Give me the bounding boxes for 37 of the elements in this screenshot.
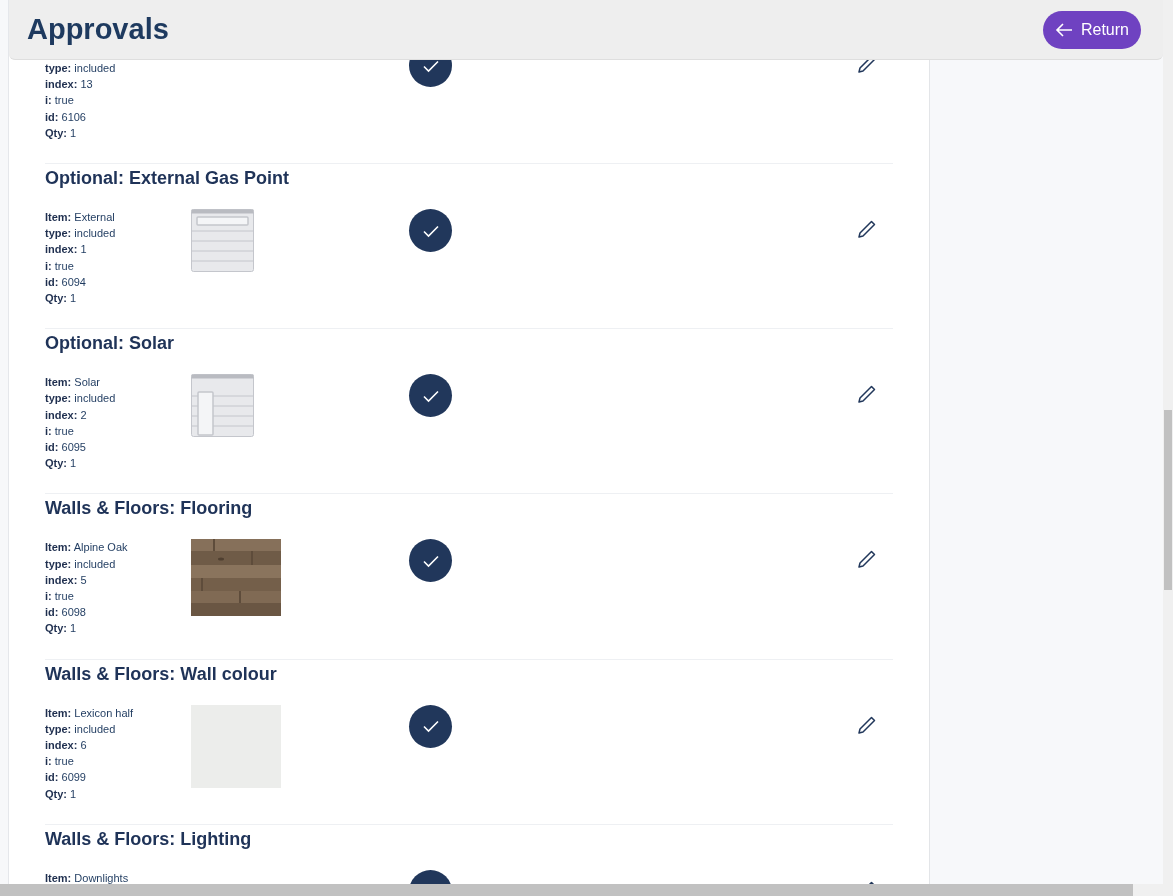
detail-text: i: true bbox=[45, 754, 75, 770]
detail-text: i: true bbox=[45, 258, 75, 274]
detail-text: Item: Alpine Oak bbox=[45, 540, 129, 556]
page-title: Approvals bbox=[27, 11, 169, 47]
detail-text: type: included bbox=[45, 556, 117, 572]
detail-text: id: 6094 bbox=[45, 274, 87, 290]
detail-text: index: 2 bbox=[45, 407, 88, 423]
detail-text: i: true bbox=[45, 589, 75, 605]
detail-text: id: 6106 bbox=[45, 109, 87, 125]
return-button[interactable]: Return bbox=[1042, 10, 1141, 49]
detail-text: id: 6095 bbox=[45, 440, 87, 456]
section-title: Walls & Floors: Lighting bbox=[45, 827, 253, 851]
detail-text: type: included bbox=[45, 391, 117, 407]
detail-text: type: included bbox=[45, 226, 117, 242]
detail-text: id: 6098 bbox=[45, 605, 87, 621]
detail-text: Item: External bbox=[45, 210, 116, 225]
detail-text: Qty: 1 bbox=[45, 621, 78, 637]
section-title: Optional: Solar bbox=[45, 332, 175, 356]
detail-text: Qty: 1 bbox=[45, 291, 78, 307]
detail-text: type: included bbox=[45, 721, 117, 737]
detail-text: Qty: 1 bbox=[45, 786, 78, 802]
detail-text: type: included bbox=[45, 61, 117, 76]
detail-text: Item: Downlights bbox=[45, 870, 130, 884]
detail-text: Qty: 1 bbox=[45, 125, 78, 141]
section-title: Optional: External Gas Point bbox=[45, 167, 291, 190]
detail-text: id: 6099 bbox=[45, 770, 87, 786]
detail-text: Item: Solar bbox=[45, 375, 102, 391]
detail-text: i: true bbox=[45, 423, 75, 439]
detail-text: index: 1 bbox=[45, 242, 88, 258]
detail-text: Item: Lexicon half bbox=[45, 705, 135, 721]
detail-text: index: 5 bbox=[45, 572, 88, 588]
detail-text: index: 13 bbox=[45, 77, 94, 93]
detail-text: Qty: 1 bbox=[45, 456, 78, 472]
section-title: Walls & Floors: Wall colour bbox=[45, 662, 278, 686]
section-title: Walls & Floors: Flooring bbox=[45, 497, 254, 521]
detail-text: i: true bbox=[45, 93, 75, 109]
detail-text: index: 6 bbox=[45, 738, 88, 754]
